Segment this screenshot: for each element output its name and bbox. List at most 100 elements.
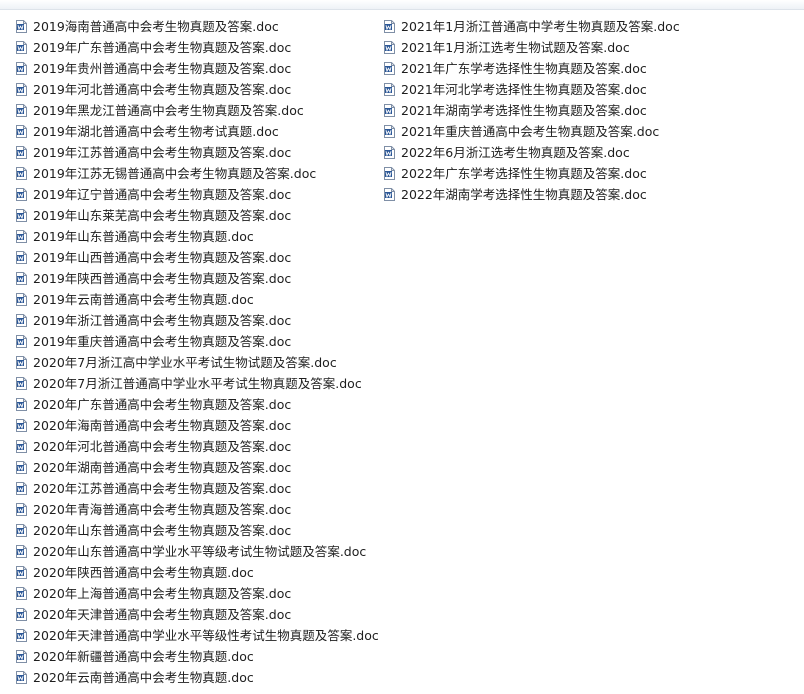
- file-name: 2020年陕西普通高中会考生物真题.doc: [33, 565, 254, 580]
- word-document-icon: [384, 125, 395, 138]
- word-document-icon: [16, 167, 27, 180]
- file-item[interactable]: 2021年湖南学考选择性生物真题及答案.doc: [384, 100, 680, 121]
- word-document-icon: [16, 146, 27, 159]
- file-name: 2020年山东普通高中会考生物真题及答案.doc: [33, 523, 292, 538]
- file-name: 2019年陕西普通高中会考生物真题及答案.doc: [33, 271, 292, 286]
- word-document-icon: [16, 293, 27, 306]
- file-item[interactable]: 2020年天津普通高中学业水平等级性考试生物真题及答案.doc: [16, 625, 379, 646]
- word-document-icon: [16, 524, 27, 537]
- word-document-icon: [16, 356, 27, 369]
- word-document-icon: [16, 461, 27, 474]
- file-item[interactable]: 2019年山西普通高中会考生物真题及答案.doc: [16, 247, 379, 268]
- file-item[interactable]: 2019海南普通高中会考生物真题及答案.doc: [16, 16, 379, 37]
- file-name: 2020年青海普通高中会考生物真题及答案.doc: [33, 502, 292, 517]
- word-document-icon: [384, 41, 395, 54]
- file-name: 2020年海南普通高中会考生物真题及答案.doc: [33, 418, 292, 433]
- file-item[interactable]: 2022年湖南学考选择性生物真题及答案.doc: [384, 184, 680, 205]
- file-name: 2019年重庆普通高中会考生物真题及答案.doc: [33, 334, 292, 349]
- file-item[interactable]: 2019年贵州普通高中会考生物真题及答案.doc: [16, 58, 379, 79]
- file-name: 2022年广东学考选择性生物真题及答案.doc: [401, 166, 647, 181]
- file-item[interactable]: 2020年江苏普通高中会考生物真题及答案.doc: [16, 478, 379, 499]
- word-document-icon: [384, 188, 395, 201]
- word-document-icon: [16, 230, 27, 243]
- file-name: 2019年山东普通高中会考生物真题.doc: [33, 229, 254, 244]
- word-document-icon: [16, 251, 27, 264]
- word-document-icon: [16, 398, 27, 411]
- file-item[interactable]: 2020年山东普通高中会考生物真题及答案.doc: [16, 520, 379, 541]
- file-item[interactable]: 2019年广东普通高中会考生物真题及答案.doc: [16, 37, 379, 58]
- file-list-column-right: 2021年1月浙江普通高中学考生物真题及答案.doc 2021年1月浙江选考生物试…: [384, 16, 680, 205]
- file-name: 2020年湖南普通高中会考生物真题及答案.doc: [33, 460, 292, 475]
- file-name: 2020年江苏普通高中会考生物真题及答案.doc: [33, 481, 292, 496]
- file-item[interactable]: 2019年湖北普通高中会考生物考试真题.doc: [16, 121, 379, 142]
- word-document-icon: [16, 272, 27, 285]
- file-item[interactable]: 2020年7月浙江高中学业水平考试生物试题及答案.doc: [16, 352, 379, 373]
- file-name: 2019年河北普通高中会考生物真题及答案.doc: [33, 82, 292, 97]
- file-explorer-window: 2019海南普通高中会考生物真题及答案.doc 2019年广东普通高中会考生物真题…: [0, 0, 804, 694]
- word-document-icon: [16, 377, 27, 390]
- word-document-icon: [384, 167, 395, 180]
- file-item[interactable]: 2020年广东普通高中会考生物真题及答案.doc: [16, 394, 379, 415]
- file-item[interactable]: 2019年辽宁普通高中会考生物真题及答案.doc: [16, 184, 379, 205]
- word-document-icon: [16, 587, 27, 600]
- file-item[interactable]: 2020年7月浙江普通高中学业水平考试生物真题及答案.doc: [16, 373, 379, 394]
- file-item[interactable]: 2019年江苏普通高中会考生物真题及答案.doc: [16, 142, 379, 163]
- file-item[interactable]: 2020年海南普通高中会考生物真题及答案.doc: [16, 415, 379, 436]
- file-name: 2020年上海普通高中会考生物真题及答案.doc: [33, 586, 292, 601]
- file-item[interactable]: 2019年山东莱芜高中会考生物真题及答案.doc: [16, 205, 379, 226]
- word-document-icon: [16, 104, 27, 117]
- word-document-icon: [16, 650, 27, 663]
- word-document-icon: [16, 335, 27, 348]
- file-item[interactable]: 2020年天津普通高中会考生物真题及答案.doc: [16, 604, 379, 625]
- file-item[interactable]: 2021年1月浙江选考生物试题及答案.doc: [384, 37, 680, 58]
- file-item[interactable]: 2019年浙江普通高中会考生物真题及答案.doc: [16, 310, 379, 331]
- file-item[interactable]: 2021年广东学考选择性生物真题及答案.doc: [384, 58, 680, 79]
- file-item[interactable]: 2020年河北普通高中会考生物真题及答案.doc: [16, 436, 379, 457]
- file-name: 2019年湖北普通高中会考生物考试真题.doc: [33, 124, 279, 139]
- file-item[interactable]: 2020年云南普通高中会考生物真题.doc: [16, 667, 379, 688]
- file-name: 2019年广东普通高中会考生物真题及答案.doc: [33, 40, 292, 55]
- file-name: 2021年广东学考选择性生物真题及答案.doc: [401, 61, 647, 76]
- file-name: 2022年6月浙江选考生物真题及答案.doc: [401, 145, 630, 160]
- word-document-icon: [16, 83, 27, 96]
- file-name: 2019年江苏普通高中会考生物真题及答案.doc: [33, 145, 292, 160]
- file-item[interactable]: 2019年山东普通高中会考生物真题.doc: [16, 226, 379, 247]
- file-item[interactable]: 2019年重庆普通高中会考生物真题及答案.doc: [16, 331, 379, 352]
- file-name: 2020年广东普通高中会考生物真题及答案.doc: [33, 397, 292, 412]
- file-item[interactable]: 2020年上海普通高中会考生物真题及答案.doc: [16, 583, 379, 604]
- file-name: 2022年湖南学考选择性生物真题及答案.doc: [401, 187, 647, 202]
- file-item[interactable]: 2019年陕西普通高中会考生物真题及答案.doc: [16, 268, 379, 289]
- file-name: 2020年河北普通高中会考生物真题及答案.doc: [33, 439, 292, 454]
- file-item[interactable]: 2020年山东普通高中学业水平等级考试生物试题及答案.doc: [16, 541, 379, 562]
- file-item[interactable]: 2021年1月浙江普通高中学考生物真题及答案.doc: [384, 16, 680, 37]
- file-name: 2021年1月浙江普通高中学考生物真题及答案.doc: [401, 19, 680, 34]
- file-name: 2020年天津普通高中会考生物真题及答案.doc: [33, 607, 292, 622]
- file-name: 2020年天津普通高中学业水平等级性考试生物真题及答案.doc: [33, 628, 379, 643]
- word-document-icon: [16, 41, 27, 54]
- file-item[interactable]: 2019年河北普通高中会考生物真题及答案.doc: [16, 79, 379, 100]
- file-item[interactable]: 2021年重庆普通高中会考生物真题及答案.doc: [384, 121, 680, 142]
- word-document-icon: [16, 20, 27, 33]
- file-name: 2021年湖南学考选择性生物真题及答案.doc: [401, 103, 647, 118]
- file-item[interactable]: 2019年江苏无锡普通高中会考生物真题及答案.doc: [16, 163, 379, 184]
- word-document-icon: [16, 545, 27, 558]
- file-item[interactable]: 2020年湖南普通高中会考生物真题及答案.doc: [16, 457, 379, 478]
- file-name: 2019年云南普通高中会考生物真题.doc: [33, 292, 254, 307]
- file-name: 2020年7月浙江高中学业水平考试生物试题及答案.doc: [33, 355, 337, 370]
- file-item[interactable]: 2022年广东学考选择性生物真题及答案.doc: [384, 163, 680, 184]
- file-name: 2021年1月浙江选考生物试题及答案.doc: [401, 40, 630, 55]
- file-name: 2019年山西普通高中会考生物真题及答案.doc: [33, 250, 292, 265]
- file-list-column-left: 2019海南普通高中会考生物真题及答案.doc 2019年广东普通高中会考生物真题…: [16, 16, 379, 688]
- word-document-icon: [16, 440, 27, 453]
- file-name: 2019年黑龙江普通高中会考生物真题及答案.doc: [33, 103, 304, 118]
- file-item[interactable]: 2021年河北学考选择性生物真题及答案.doc: [384, 79, 680, 100]
- file-item[interactable]: 2020年新疆普通高中会考生物真题.doc: [16, 646, 379, 667]
- file-item[interactable]: 2020年陕西普通高中会考生物真题.doc: [16, 562, 379, 583]
- file-name: 2021年重庆普通高中会考生物真题及答案.doc: [401, 124, 660, 139]
- file-name: 2019年贵州普通高中会考生物真题及答案.doc: [33, 61, 292, 76]
- file-item[interactable]: 2019年云南普通高中会考生物真题.doc: [16, 289, 379, 310]
- file-item[interactable]: 2020年青海普通高中会考生物真题及答案.doc: [16, 499, 379, 520]
- file-name: 2019年山东莱芜高中会考生物真题及答案.doc: [33, 208, 292, 223]
- file-item[interactable]: 2019年黑龙江普通高中会考生物真题及答案.doc: [16, 100, 379, 121]
- file-item[interactable]: 2022年6月浙江选考生物真题及答案.doc: [384, 142, 680, 163]
